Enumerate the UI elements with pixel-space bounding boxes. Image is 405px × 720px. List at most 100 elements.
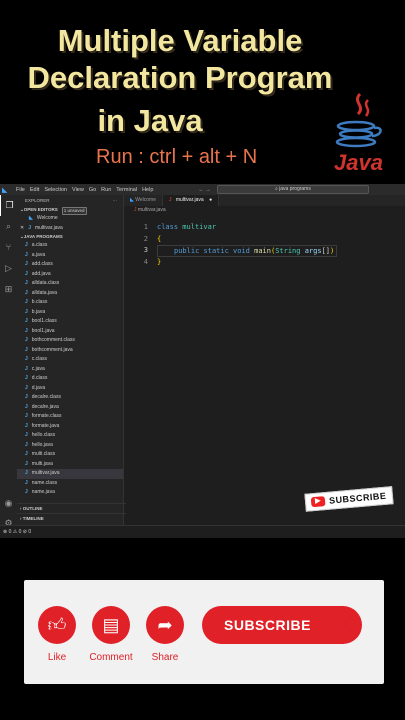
tab-welcome[interactable]: ◣ Welcome: [124, 195, 163, 206]
like-button[interactable]: 👍︎: [38, 606, 76, 644]
file-label: name.java: [31, 489, 55, 495]
line-number: 4: [143, 257, 148, 266]
open-editor-multivar[interactable]: ✕ J multivar.java: [17, 224, 123, 234]
file-item[interactable]: Jd.class: [17, 374, 123, 384]
code-editor[interactable]: 1 class multivar 2 { 3 public static voi…: [124, 222, 405, 268]
menu-selection[interactable]: Selection: [44, 187, 67, 193]
outline-section[interactable]: › OUTLINE: [17, 503, 126, 513]
java-file-icon: J: [25, 242, 28, 248]
open-editor-welcome[interactable]: ◣ Welcome: [17, 214, 123, 224]
code-method-name: main: [254, 247, 271, 255]
java-cup-icon: [335, 92, 382, 148]
search-icon[interactable]: ⌕: [0, 216, 17, 237]
close-icon[interactable]: ✕: [20, 224, 24, 234]
open-editors-section[interactable]: ⌄ OPEN EDITORS 1 unsaved: [17, 206, 123, 215]
file-item[interactable]: Jadd.java: [17, 270, 123, 280]
file-item[interactable]: Jmultivar.java: [17, 469, 123, 479]
file-label: multi.class: [31, 451, 56, 457]
code-array-brackets: []: [321, 247, 330, 255]
code-line-1: 1 class multivar: [124, 222, 405, 234]
file-item[interactable]: Jhello.java: [17, 441, 123, 451]
more-actions-icon[interactable]: ···: [113, 195, 118, 206]
subscribe-button[interactable]: SUBSCRIBE: [202, 606, 362, 644]
code-keyword: public: [174, 247, 200, 255]
tab-label: Welcome: [135, 197, 156, 203]
file-item[interactable]: Jmulti.java: [17, 460, 123, 470]
java-file-icon: J: [25, 460, 28, 467]
bell-icon[interactable]: 🔔︎: [340, 614, 360, 634]
timeline-section[interactable]: › TIMELINE: [17, 513, 126, 523]
file-item[interactable]: Jbool1.class: [17, 317, 123, 327]
command-search[interactable]: ⌕ java programs: [216, 185, 369, 194]
file-item[interactable]: Jbothcomment.java: [17, 346, 123, 356]
code-keyword: class: [157, 223, 179, 231]
share-button[interactable]: ➦: [146, 606, 184, 644]
extensions-icon[interactable]: ⊞: [0, 279, 17, 300]
file-item[interactable]: Jalldata.java: [17, 289, 123, 299]
file-label: multivar.java: [31, 470, 60, 476]
java-logo: Java: [330, 92, 386, 178]
line-number: 2: [143, 234, 148, 243]
run-debug-icon[interactable]: ▷: [0, 258, 17, 279]
file-item[interactable]: Jb.java: [17, 308, 123, 318]
status-problems[interactable]: ⊗ 0 ⚠ 0 ⊘ 0: [3, 529, 31, 535]
file-item[interactable]: Jname.java: [17, 488, 123, 498]
file-item[interactable]: Jbool1.java: [17, 327, 123, 337]
file-item[interactable]: Jadd.class: [17, 260, 123, 270]
code-line-3: 3 public static void main(String args[]): [124, 245, 405, 257]
like-label: Like: [47, 652, 67, 663]
file-item[interactable]: Jd.java: [17, 384, 123, 394]
file-label: b.java: [31, 308, 46, 315]
breadcrumb[interactable]: J multivar.java: [124, 206, 166, 215]
file-label: formate.java: [31, 422, 60, 429]
file-item[interactable]: Ja.class: [17, 241, 123, 251]
open-editor-label: Welcome: [36, 215, 58, 221]
file-item[interactable]: Jb.class: [17, 298, 123, 308]
menu-terminal[interactable]: Terminal: [116, 187, 137, 193]
file-item[interactable]: Jc.class: [17, 355, 123, 365]
file-item[interactable]: Jformate.java: [17, 422, 123, 432]
file-item[interactable]: Jname.class: [17, 479, 123, 489]
java-file-icon: J: [25, 289, 28, 296]
explorer-icon[interactable]: ❐: [0, 195, 18, 216]
folder-section[interactable]: ⌄ JAVA PROGRAMS: [17, 233, 123, 241]
tab-label: multivar.java: [175, 197, 204, 203]
menu-file[interactable]: File: [16, 187, 25, 193]
subscribe-sticker-label: SUBSCRIBE: [328, 490, 387, 506]
file-label: b.class: [31, 299, 48, 305]
menu-edit[interactable]: Edit: [30, 187, 39, 193]
comment-icon: ▤: [102, 615, 120, 635]
search-text: java programs: [279, 186, 311, 192]
file-item[interactable]: Jformate.class: [17, 412, 123, 422]
file-item[interactable]: Ja.java: [17, 251, 123, 261]
code-line-2: 2 {: [124, 234, 405, 246]
file-item[interactable]: Jc.java: [17, 365, 123, 375]
file-item[interactable]: Jhello.class: [17, 431, 123, 441]
menu-view[interactable]: View: [72, 187, 84, 193]
code-type: String: [275, 247, 301, 255]
account-icon[interactable]: ◉: [0, 493, 17, 514]
youtube-play-icon: ▶: [310, 496, 326, 508]
headline-line-3: in Java: [97, 103, 203, 138]
file-label: alldata.java: [31, 289, 58, 296]
file-item[interactable]: Jalldata.class: [17, 279, 123, 289]
java-file-icon: J: [25, 375, 28, 381]
menu-help[interactable]: Help: [142, 187, 153, 193]
source-control-icon[interactable]: ⑂: [0, 237, 17, 258]
vscode-window: ◣ File Edit Selection View Go Run Termin…: [0, 184, 405, 538]
file-item[interactable]: Jbothcomment.class: [17, 336, 123, 346]
code-brace: }: [157, 257, 162, 266]
nav-arrows-icon[interactable]: ← →: [198, 187, 211, 193]
file-item[interactable]: Jdecalre.java: [17, 403, 123, 413]
file-item[interactable]: Jdecalre.class: [17, 393, 123, 403]
java-file-icon: J: [25, 413, 28, 419]
file-item[interactable]: Jmulti.class: [17, 450, 123, 460]
code-param: args: [304, 247, 322, 255]
menu-go[interactable]: Go: [89, 187, 96, 193]
file-label: bothcomment.java: [31, 346, 73, 353]
explorer-title: EXPLORER: [25, 198, 50, 203]
menu-run[interactable]: Run: [101, 187, 111, 193]
comment-button[interactable]: ▤: [92, 606, 130, 644]
tab-multivar[interactable]: J multivar.java ●: [162, 195, 220, 206]
unsaved-dot-icon[interactable]: ●: [209, 197, 212, 203]
